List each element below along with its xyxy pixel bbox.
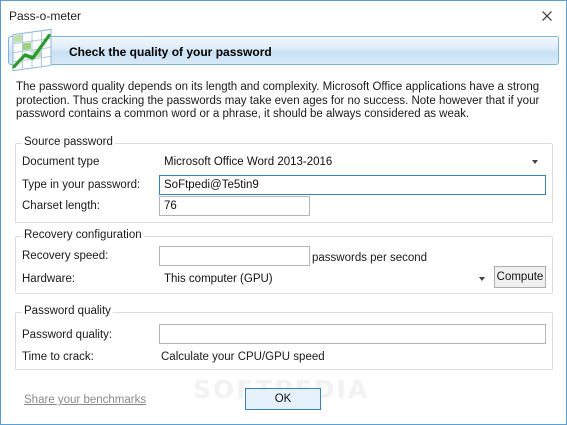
password-quality-label: Password quality: xyxy=(22,329,113,341)
compute-button[interactable]: Compute xyxy=(494,266,546,288)
chevron-down-icon xyxy=(479,277,485,281)
ok-button[interactable]: OK xyxy=(245,388,321,410)
hardware-label: Hardware: xyxy=(22,273,76,285)
intro-text: The password quality depends on its leng… xyxy=(16,81,540,120)
close-icon xyxy=(542,11,552,21)
window-title: Pass-o-meter xyxy=(9,9,82,23)
password-quality-bar xyxy=(159,324,546,344)
source-group-title: Source password xyxy=(22,136,115,148)
pass-o-meter-window: Pass-o-meter Check the quality of your p… xyxy=(0,0,567,425)
chart-grid-icon xyxy=(12,28,52,71)
close-button[interactable] xyxy=(534,5,560,27)
share-benchmarks-link[interactable]: Share your benchmarks xyxy=(24,394,146,406)
recovery-group-title: Recovery configuration xyxy=(22,229,144,241)
hardware-value: This computer (GPU) xyxy=(164,273,273,285)
title-bar: Pass-o-meter xyxy=(1,1,566,31)
document-type-dropdown[interactable]: Microsoft Office Word 2013-2016 xyxy=(159,151,545,172)
password-label: Type in your password: xyxy=(22,179,141,191)
speed-unit-label: passwords per second xyxy=(312,252,428,264)
password-input[interactable]: SoFtpedi@Te5tin9 xyxy=(159,175,546,195)
recovery-speed-label: Recovery speed: xyxy=(22,250,109,262)
charset-length-label: Charset length: xyxy=(22,200,100,212)
time-to-crack-value: Calculate your CPU/GPU speed xyxy=(161,351,325,363)
chevron-down-icon xyxy=(532,160,538,164)
charset-length-field[interactable]: 76 xyxy=(159,196,310,216)
quality-group-title: Password quality xyxy=(22,305,113,317)
recovery-speed-field[interactable] xyxy=(159,246,310,266)
banner-title: Check the quality of your password xyxy=(69,45,272,59)
time-to-crack-label: Time to crack: xyxy=(22,351,94,363)
hardware-dropdown[interactable]: This computer (GPU) xyxy=(159,268,492,289)
header-banner: Check the quality of your password xyxy=(8,36,559,65)
document-type-value: Microsoft Office Word 2013-2016 xyxy=(164,156,333,168)
document-type-label: Document type xyxy=(22,156,100,168)
